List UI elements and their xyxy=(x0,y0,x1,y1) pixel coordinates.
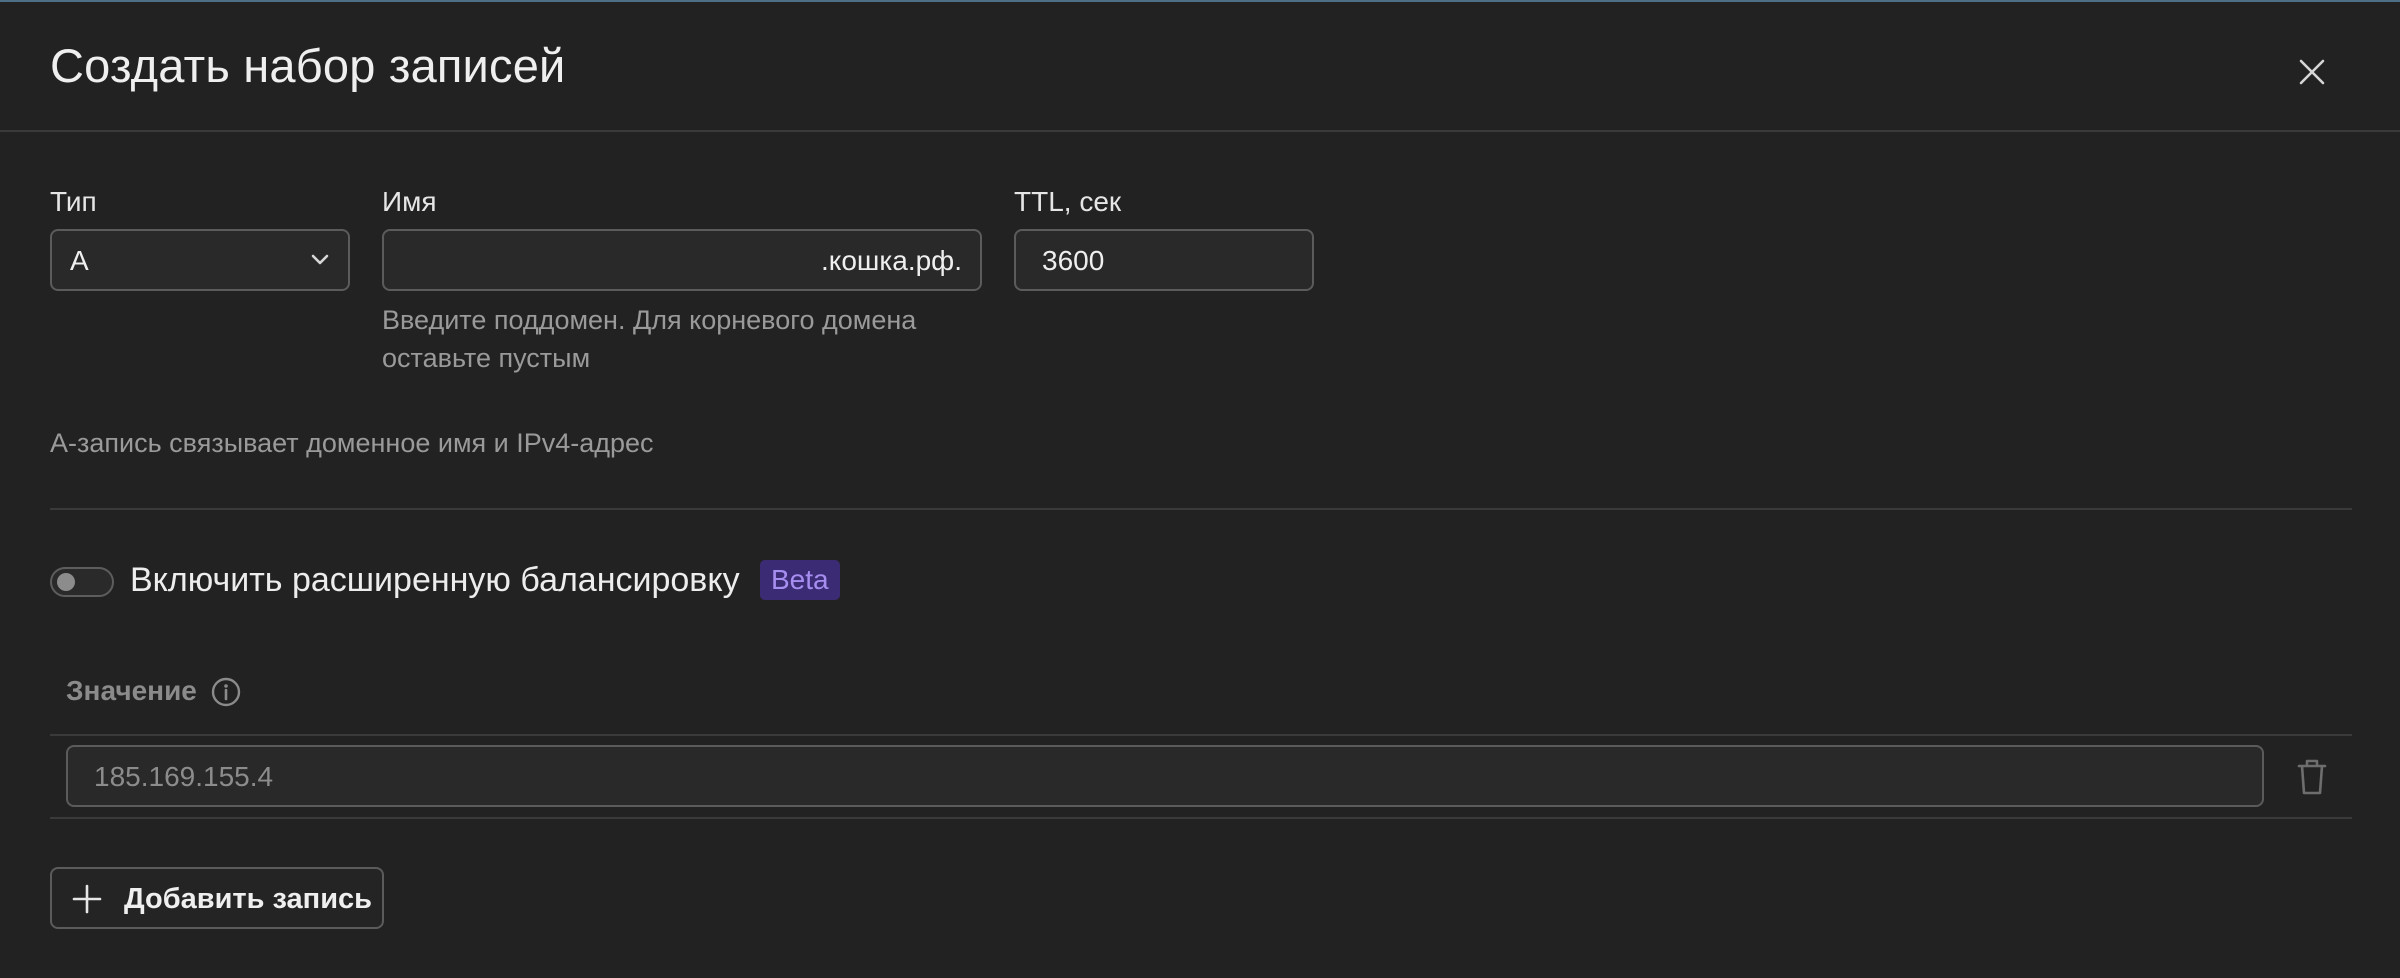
trash-icon xyxy=(2297,759,2327,795)
domain-suffix: .кошка.рф. xyxy=(821,245,962,276)
name-hint-line-2: оставьте пустым xyxy=(382,343,591,373)
record-description: A-запись связывает доменное имя и IPv4-а… xyxy=(50,428,654,458)
ttl-label: TTL, сек xyxy=(1014,186,1122,217)
advanced-balancing-toggle[interactable] xyxy=(50,567,114,597)
chevron-down-icon xyxy=(311,254,329,265)
name-hint: Введите поддомен. Для корневого домена о… xyxy=(382,301,916,377)
type-label: Тип xyxy=(50,186,97,217)
ttl-value: 3600 xyxy=(1042,245,1105,276)
plus-icon xyxy=(72,884,102,914)
value-input[interactable]: 185.169.155.4 xyxy=(66,745,2264,807)
advanced-balancing-label: Включить расширенную балансировку xyxy=(130,561,740,599)
toggle-knob xyxy=(57,573,75,591)
section-divider xyxy=(50,508,2352,510)
name-hint-line-1: Введите поддомен. Для корневого домена xyxy=(382,305,917,335)
close-icon xyxy=(2299,59,2325,85)
beta-badge: Beta xyxy=(760,560,840,600)
add-record-button[interactable]: Добавить запись xyxy=(50,867,384,929)
add-record-label: Добавить запись xyxy=(124,883,372,915)
type-select[interactable]: A xyxy=(50,229,350,291)
create-record-set-dialog: Создать набор записей Тип A Имя .кошка.р… xyxy=(0,0,2400,978)
table-row-divider xyxy=(50,817,2352,819)
delete-row-button[interactable] xyxy=(2294,757,2330,797)
type-select-value: A xyxy=(70,245,89,276)
name-input[interactable]: .кошка.рф. xyxy=(382,229,982,291)
close-button[interactable] xyxy=(2286,46,2338,98)
ttl-input[interactable]: 3600 xyxy=(1014,229,1314,291)
info-icon[interactable] xyxy=(210,676,242,708)
dialog-title: Создать набор записей xyxy=(50,39,566,92)
value-column-header: Значение xyxy=(66,675,197,706)
name-label: Имя xyxy=(382,186,437,217)
value-input-text: 185.169.155.4 xyxy=(94,761,274,792)
dialog-header: Создать набор записей xyxy=(0,2,2400,132)
table-header-divider xyxy=(50,734,2352,736)
